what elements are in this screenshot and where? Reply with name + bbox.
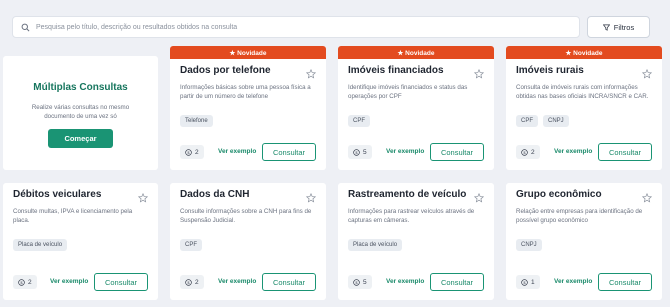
- credit-cost-badge: $5: [348, 275, 372, 289]
- query-card: Grupo econômico Relação entre empresas pa…: [506, 183, 662, 300]
- view-example-link[interactable]: Ver exemplo: [386, 278, 424, 285]
- consult-button[interactable]: Consultar: [598, 143, 652, 161]
- consult-button[interactable]: Consultar: [430, 143, 484, 161]
- multiple-queries-title: Múltiplas Consultas: [33, 82, 128, 93]
- card-description: Identifique imóveis financiados e status…: [348, 84, 468, 100]
- card-tags: Telefone: [180, 115, 213, 127]
- svg-text:$: $: [187, 279, 190, 284]
- view-example-link[interactable]: Ver exemplo: [554, 278, 592, 285]
- svg-text:$: $: [523, 149, 526, 154]
- favorite-star-icon[interactable]: [305, 190, 317, 203]
- search-bar[interactable]: Pesquisa pelo título, descrição ou resul…: [12, 16, 580, 38]
- favorite-star-icon[interactable]: [641, 66, 653, 79]
- new-badge: ★ Novidade: [338, 46, 494, 59]
- favorite-star-icon[interactable]: [305, 66, 317, 79]
- tag-badge: Telefone: [180, 115, 213, 127]
- filters-label: Filtros: [613, 22, 635, 32]
- tag-badge: Placa de veículo: [13, 239, 68, 251]
- svg-text:$: $: [355, 279, 358, 284]
- card-tags: CPF: [180, 239, 202, 251]
- credit-cost-badge: $2: [13, 275, 37, 289]
- query-card: Dados da CNH Consulte informações sobre a…: [170, 183, 326, 300]
- tag-badge: CPF: [516, 115, 538, 127]
- favorite-star-icon[interactable]: [641, 190, 653, 203]
- card-tags: Placa de veículo: [13, 239, 68, 251]
- card-description: Consulte multas, IPVA e licenciamento pe…: [13, 208, 133, 224]
- card-title: Grupo econômico: [516, 189, 602, 200]
- card-title: Dados por telefone: [180, 65, 271, 76]
- card-title: Imóveis financiados: [348, 65, 444, 76]
- credit-cost-badge: $2: [180, 145, 204, 159]
- view-example-link[interactable]: Ver exemplo: [218, 148, 256, 155]
- card-description: Informações para rastrear veículos atrav…: [348, 208, 475, 224]
- filter-icon: [602, 24, 610, 31]
- query-card: ★ Novidade Dados por telefone Informações …: [170, 46, 326, 170]
- credit-cost-value: 2: [195, 278, 199, 286]
- card-tags: Placa de veículo: [348, 239, 403, 251]
- credit-cost-badge: $5: [348, 145, 372, 159]
- credit-cost-value: 2: [195, 148, 199, 156]
- card-tags: CNPJ: [516, 239, 542, 251]
- credit-cost-badge: $2: [516, 145, 540, 159]
- new-badge: ★ Novidade: [506, 46, 662, 59]
- consult-button[interactable]: Consultar: [430, 273, 484, 291]
- multiple-queries-description: Realize várias consultas no mesmo docume…: [31, 104, 130, 120]
- view-example-link[interactable]: Ver exemplo: [218, 278, 256, 285]
- consult-button[interactable]: Consultar: [94, 273, 148, 291]
- svg-text:$: $: [20, 279, 23, 284]
- card-title: Rastreamento de veículo: [348, 189, 467, 200]
- card-tags: CPF: [348, 115, 370, 127]
- card-title: Imóveis rurais: [516, 65, 584, 76]
- svg-text:$: $: [355, 149, 358, 154]
- credit-cost-value: 5: [363, 148, 367, 156]
- card-tags: CPF CNPJ: [516, 115, 569, 127]
- credit-cost-value: 5: [363, 278, 367, 286]
- query-card: ★ Novidade Imóveis financiados Identifique…: [338, 46, 494, 170]
- view-example-link[interactable]: Ver exemplo: [50, 278, 88, 285]
- consult-button[interactable]: Consultar: [262, 273, 316, 291]
- multiple-queries-card: Múltiplas Consultas Realize várias consu…: [3, 56, 158, 170]
- view-example-link[interactable]: Ver exemplo: [386, 148, 424, 155]
- svg-text:$: $: [523, 279, 526, 284]
- credit-cost-badge: $2: [180, 275, 204, 289]
- card-title: Dados da CNH: [180, 189, 250, 200]
- card-description: Consulte informações sobre a CNH para fi…: [180, 208, 312, 224]
- credit-cost-value: 1: [531, 278, 535, 286]
- credit-cost-value: 2: [531, 148, 535, 156]
- favorite-star-icon[interactable]: [473, 66, 485, 79]
- favorite-star-icon[interactable]: [473, 190, 485, 203]
- tag-badge: CPF: [180, 239, 202, 251]
- query-card: ★ Novidade Imóveis rurais Consulta de imóv…: [506, 46, 662, 170]
- card-description: Consulta de imóveis rurais com informaçõ…: [516, 84, 649, 100]
- credit-cost-value: 2: [28, 278, 32, 286]
- new-badge: ★ Novidade: [170, 46, 326, 59]
- card-description: Relação entre empresas para identificaçã…: [516, 208, 643, 224]
- start-button[interactable]: Começar: [48, 129, 113, 148]
- query-card: Débitos veiculares Consulte multas, IPVA …: [3, 183, 158, 300]
- tag-badge: CPF: [348, 115, 370, 127]
- view-example-link[interactable]: Ver exemplo: [554, 148, 592, 155]
- search-icon: [21, 23, 30, 31]
- consult-button[interactable]: Consultar: [598, 273, 652, 291]
- tag-badge: Placa de veículo: [348, 239, 403, 251]
- consult-button[interactable]: Consultar: [262, 143, 316, 161]
- card-description: Informações básicas sobre uma pessoa fís…: [180, 84, 311, 100]
- filters-button[interactable]: Filtros: [587, 16, 650, 38]
- search-input[interactable]: Pesquisa pelo título, descrição ou resul…: [36, 24, 237, 31]
- svg-text:$: $: [187, 149, 190, 154]
- tag-badge: CNPJ: [516, 239, 542, 251]
- query-card: Rastreamento de veículo Informações para …: [338, 183, 494, 300]
- credit-cost-badge: $1: [516, 275, 540, 289]
- card-title: Débitos veiculares: [13, 189, 102, 200]
- tag-badge: CNPJ: [543, 115, 569, 127]
- favorite-star-icon[interactable]: [137, 190, 149, 203]
